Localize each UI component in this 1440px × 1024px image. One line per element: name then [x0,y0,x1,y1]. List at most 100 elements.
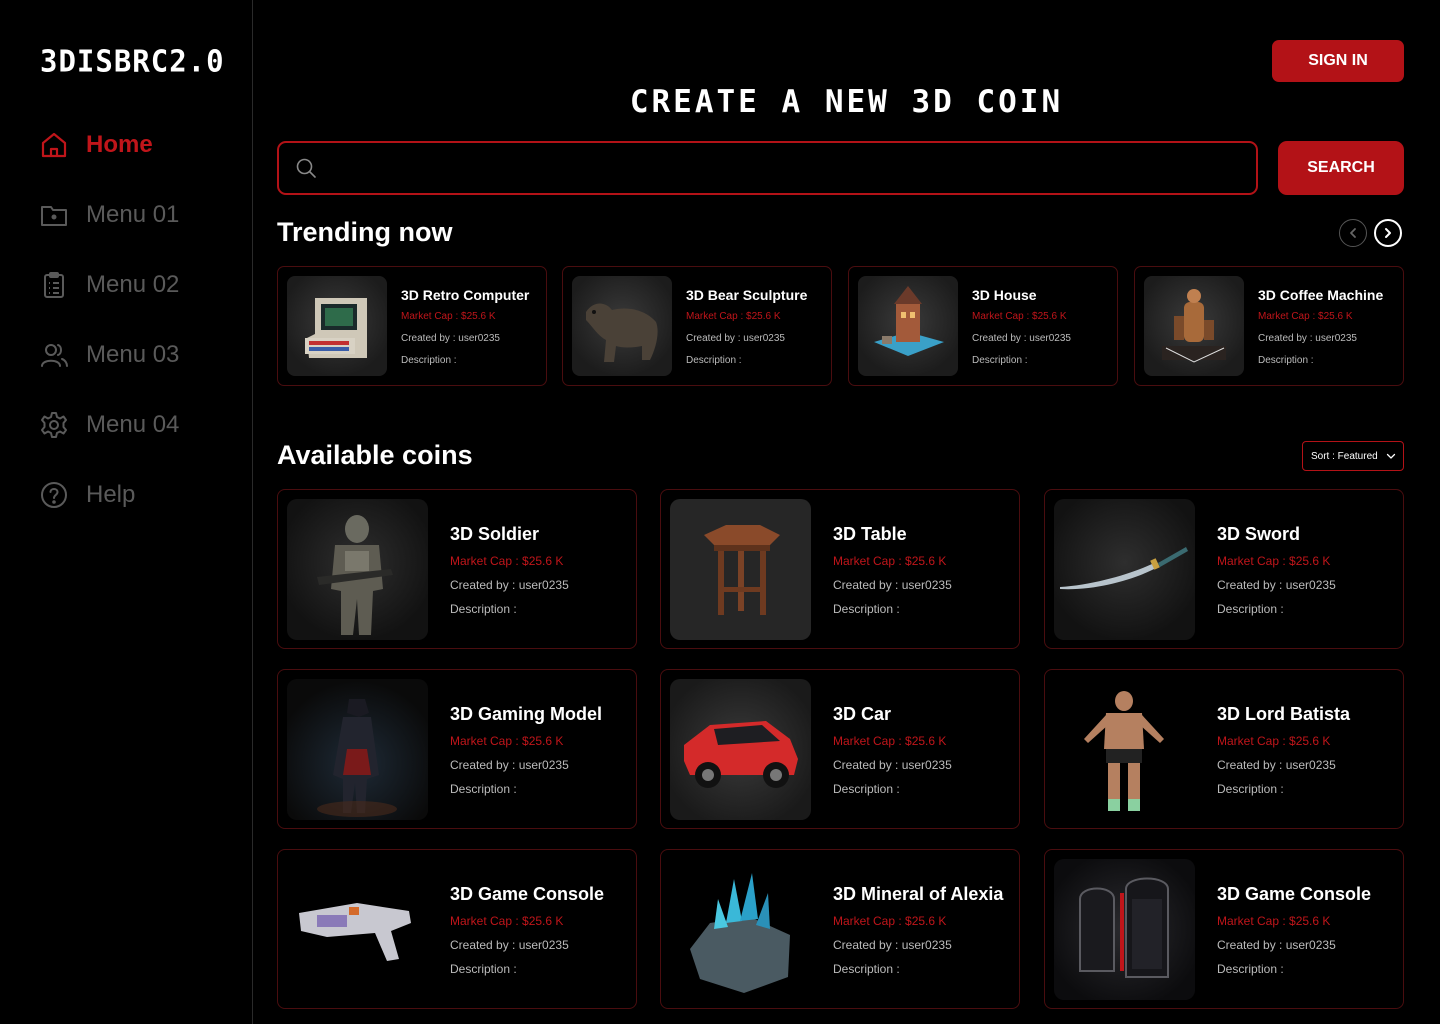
market-cap: Market Cap : $25.6 K [686,311,781,322]
coin-card[interactable]: 3D Car Market Cap : $25.6 K Created by :… [660,669,1020,829]
item-name: 3D Bear Sculpture [686,287,808,303]
chevron-right-icon [1382,227,1394,239]
description: Description : [1217,782,1284,796]
soldier-image [287,499,428,640]
carousel-next-button[interactable] [1374,219,1402,247]
description: Description : [972,355,1028,366]
help-icon [40,481,68,509]
created-by: Created by : user0235 [1217,578,1336,592]
chevron-left-icon [1347,227,1359,239]
clipboard-icon [40,271,68,299]
carousel-prev-button[interactable] [1339,219,1367,247]
market-cap: Market Cap : $25.6 K [1217,734,1331,748]
market-cap: Market Cap : $25.6 K [833,734,947,748]
available-coins-title: Available coins [277,440,473,470]
home-icon [40,131,68,159]
market-cap: Market Cap : $25.6 K [1217,914,1331,928]
coin-card[interactable]: 3D Game Console Market Cap : $25.6 K Cre… [1044,849,1404,1009]
gaming-model-image [287,679,428,820]
search-bar[interactable] [277,141,1258,195]
coin-name: 3D Sword [1217,524,1301,544]
sidebar-item-menu-01[interactable]: Menu 01 [40,198,179,232]
created-by: Created by : user0235 [972,333,1071,344]
sign-in-button[interactable]: SIGN IN [1272,40,1404,82]
created-by: Created by : user0235 [1217,758,1336,772]
description: Description : [833,962,900,976]
coin-name: 3D Lord Batista [1217,704,1351,724]
coin-name: 3D Mineral of Alexia [833,884,1004,904]
coin-card[interactable]: 3D Lord Batista Market Cap : $25.6 K Cre… [1044,669,1404,829]
sidebar: 3DISBRC2.0 Home Menu 01 Menu 02 Menu 03 … [0,0,253,1024]
coin-card[interactable]: 3D Gaming Model Market Cap : $25.6 K Cre… [277,669,637,829]
coin-card[interactable]: 3D Sword Market Cap : $25.6 K Created by… [1044,489,1404,649]
sword-image [1054,499,1195,640]
description: Description : [401,355,457,366]
sort-label: Sort : Featured [1311,450,1378,462]
sidebar-item-label: Menu 02 [86,271,180,298]
lord-batista-image [1054,679,1195,820]
sidebar-item-menu-03[interactable]: Menu 03 [40,338,179,372]
page-title: CREATE A NEW 3D COIN [629,84,1064,120]
trending-card[interactable]: 3D Retro Computer Market Cap : $25.6 K C… [277,266,547,386]
created-by: Created by : user0235 [401,333,500,344]
created-by: Created by : user0235 [833,938,952,952]
created-by: Created by : user0235 [1258,333,1357,344]
sort-dropdown[interactable]: Sort : Featured [1302,441,1404,471]
coin-card[interactable]: 3D Game Console Market Cap : $25.6 K Cre… [277,849,637,1009]
created-by: Created by : user0235 [450,938,569,952]
description: Description : [450,602,517,616]
trending-card[interactable]: 3D House Market Cap : $25.6 K Created by… [848,266,1118,386]
coffee-machine-image [1144,276,1244,376]
sidebar-item-help[interactable]: Help [40,478,135,512]
market-cap: Market Cap : $25.6 K [450,734,564,748]
description: Description : [833,602,900,616]
created-by: Created by : user0235 [450,758,569,772]
market-cap: Market Cap : $25.6 K [450,554,564,568]
created-by: Created by : user0235 [686,333,785,344]
coin-card[interactable]: 3D Mineral of Alexia Market Cap : $25.6 … [660,849,1020,1009]
description: Description : [1258,355,1314,366]
chevron-down-icon [1386,451,1396,461]
sidebar-item-menu-04[interactable]: Menu 04 [40,408,179,442]
market-cap: Market Cap : $25.6 K [401,311,496,322]
description: Description : [1217,602,1284,616]
created-by: Created by : user0235 [833,578,952,592]
market-cap: Market Cap : $25.6 K [1258,311,1353,322]
game-console-gun-image [287,859,428,1000]
car-image [670,679,811,820]
trending-card[interactable]: 3D Coffee Machine Market Cap : $25.6 K C… [1134,266,1404,386]
table-image [670,499,811,640]
gear-icon [40,411,68,439]
game-console-image [1054,859,1195,1000]
market-cap: Market Cap : $25.6 K [972,311,1067,322]
sidebar-item-home[interactable]: Home [40,128,153,162]
sidebar-item-menu-02[interactable]: Menu 02 [40,268,179,302]
coin-card[interactable]: 3D Soldier Market Cap : $25.6 K Created … [277,489,637,649]
sidebar-item-label: Help [86,481,136,508]
created-by: Created by : user0235 [833,758,952,772]
mineral-image [670,859,811,1000]
coin-card[interactable]: 3D Table Market Cap : $25.6 K Created by… [660,489,1020,649]
item-name: 3D Coffee Machine [1258,287,1384,303]
market-cap: Market Cap : $25.6 K [450,914,564,928]
market-cap: Market Cap : $25.6 K [1217,554,1331,568]
description: Description : [450,782,517,796]
coin-name: 3D Soldier [450,524,540,544]
house-image [858,276,958,376]
trending-card[interactable]: 3D Bear Sculpture Market Cap : $25.6 K C… [562,266,832,386]
coin-name: 3D Table [833,524,907,544]
coin-name: 3D Car [833,704,892,724]
created-by: Created by : user0235 [450,578,569,592]
users-icon [40,341,68,369]
retro-computer-image [287,276,387,376]
created-by: Created by : user0235 [1217,938,1336,952]
item-name: 3D Retro Computer [401,287,530,303]
sidebar-item-label: Menu 03 [86,341,180,368]
description: Description : [833,782,900,796]
search-input[interactable] [327,159,1256,177]
sidebar-item-label: Menu 01 [86,201,180,228]
search-icon [295,157,317,179]
app-logo[interactable]: 3DISBRC2.0 [40,43,225,79]
bear-sculpture-image [572,276,672,376]
search-button[interactable]: SEARCH [1278,141,1404,195]
